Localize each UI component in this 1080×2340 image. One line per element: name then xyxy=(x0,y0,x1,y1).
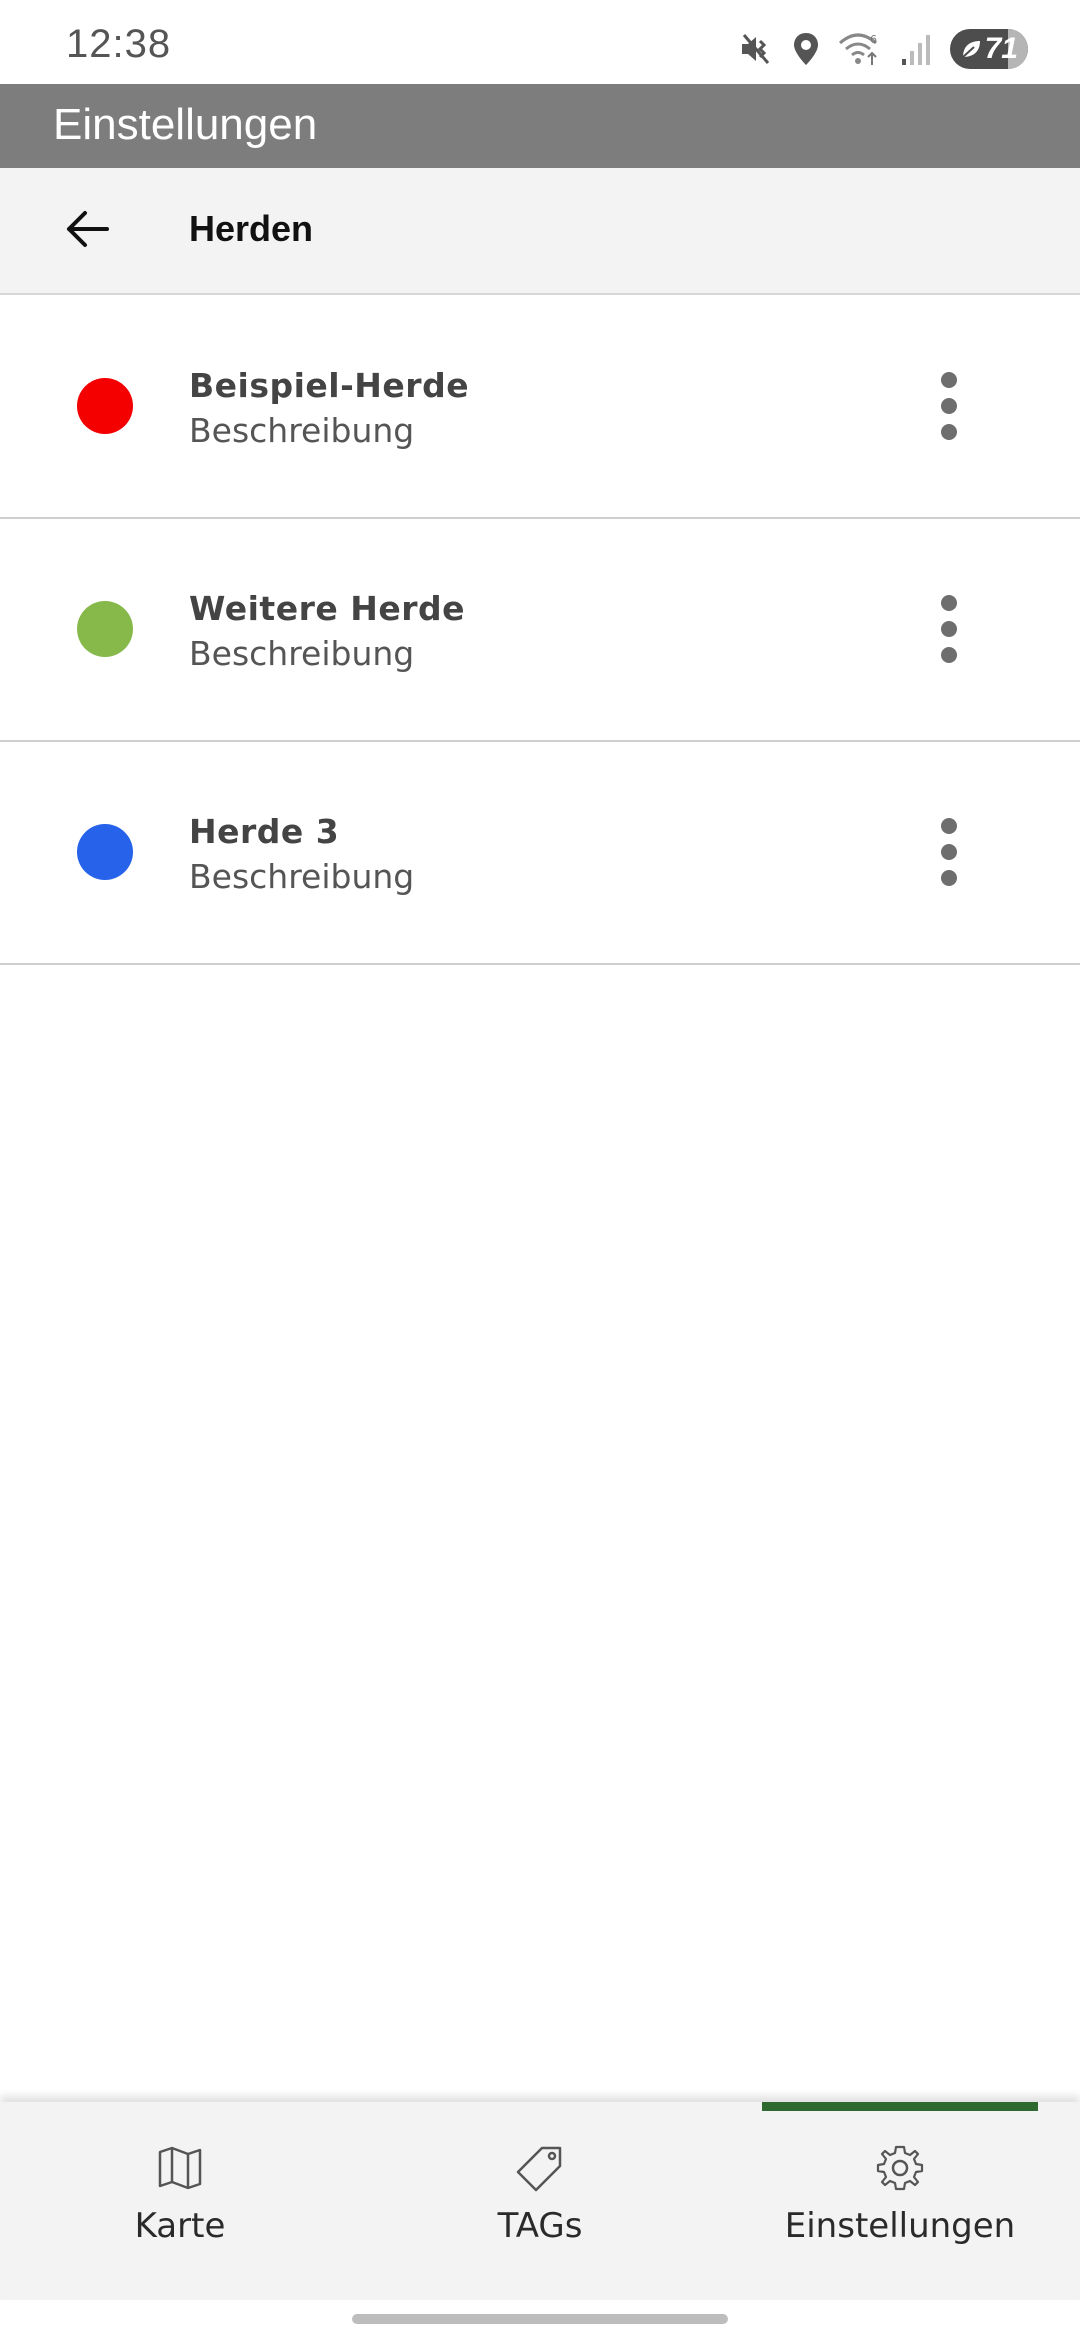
svg-text:6: 6 xyxy=(870,33,877,46)
status-time: 12:38 xyxy=(66,22,172,66)
more-options-button[interactable] xyxy=(918,810,980,894)
active-tab-indicator xyxy=(762,2102,1038,2111)
nav-item-einstellungen[interactable]: Einstellungen xyxy=(720,2142,1080,2262)
more-vert-dot xyxy=(941,398,957,414)
tag-icon xyxy=(514,2142,566,2194)
list-item[interactable]: Beispiel-Herde Beschreibung xyxy=(0,296,1080,519)
herd-text: Herde 3 Beschreibung xyxy=(189,812,414,896)
nav-label-karte: Karte xyxy=(134,2206,226,2246)
herd-description: Beschreibung xyxy=(189,857,415,896)
signal-icon xyxy=(900,31,932,67)
more-vert-dot xyxy=(941,870,957,886)
app-title: Einstellungen xyxy=(53,100,318,149)
list-item[interactable]: Herde 3 Beschreibung xyxy=(0,742,1080,965)
battery-indicator: 71 xyxy=(950,29,1028,69)
arrow-left-icon xyxy=(65,209,109,254)
more-vert-icon xyxy=(941,818,957,834)
more-vert-icon xyxy=(941,372,957,388)
herd-description: Beschreibung xyxy=(189,411,415,450)
herd-description: Beschreibung xyxy=(189,634,415,673)
herd-name: Beispiel-Herde xyxy=(189,366,470,405)
herd-text: Beispiel-Herde Beschreibung xyxy=(189,366,469,450)
gear-icon xyxy=(876,2142,924,2194)
home-indicator[interactable] xyxy=(352,2314,728,2324)
list-item[interactable]: Weitere Herde Beschreibung xyxy=(0,519,1080,742)
bottom-navigation: Karte TAGs Einstellungen xyxy=(0,2102,1080,2300)
herd-color-dot xyxy=(77,824,133,880)
nav-item-tags[interactable]: TAGs xyxy=(360,2142,720,2262)
nav-label-tags: TAGs xyxy=(497,2206,583,2246)
location-icon xyxy=(792,31,820,67)
map-icon xyxy=(156,2142,204,2194)
herd-color-dot xyxy=(77,378,133,434)
more-vert-dot xyxy=(941,424,957,440)
nav-label-einstellungen: Einstellungen xyxy=(784,2206,1016,2246)
more-vert-icon xyxy=(941,595,957,611)
back-button[interactable] xyxy=(52,196,122,266)
herd-text: Weitere Herde Beschreibung xyxy=(189,589,465,673)
battery-level: 71 xyxy=(984,32,1018,65)
herd-name: Weitere Herde xyxy=(189,589,465,628)
more-options-button[interactable] xyxy=(918,364,980,448)
more-vert-dot xyxy=(941,647,957,663)
page-header: Herden xyxy=(0,168,1080,295)
more-options-button[interactable] xyxy=(918,587,980,671)
page-title: Herden xyxy=(189,208,314,249)
more-vert-dot xyxy=(941,621,957,637)
more-vert-dot xyxy=(941,844,957,860)
herd-color-dot xyxy=(77,601,133,657)
status-bar: 12:38 6 71 xyxy=(0,0,1080,84)
herd-name: Herde 3 xyxy=(189,812,340,851)
status-icons: 6 71 xyxy=(738,26,1028,72)
screen: 12:38 6 71 Einstellungen Herden Beispiel… xyxy=(0,0,1080,2340)
herd-list: Beispiel-Herde Beschreibung Weitere Herd… xyxy=(0,296,1080,965)
leaf-icon xyxy=(960,38,982,60)
wifi-icon: 6 xyxy=(838,31,882,67)
app-bar: Einstellungen xyxy=(0,84,1080,168)
nav-item-karte[interactable]: Karte xyxy=(0,2142,360,2262)
mute-vibrate-icon xyxy=(738,31,774,67)
